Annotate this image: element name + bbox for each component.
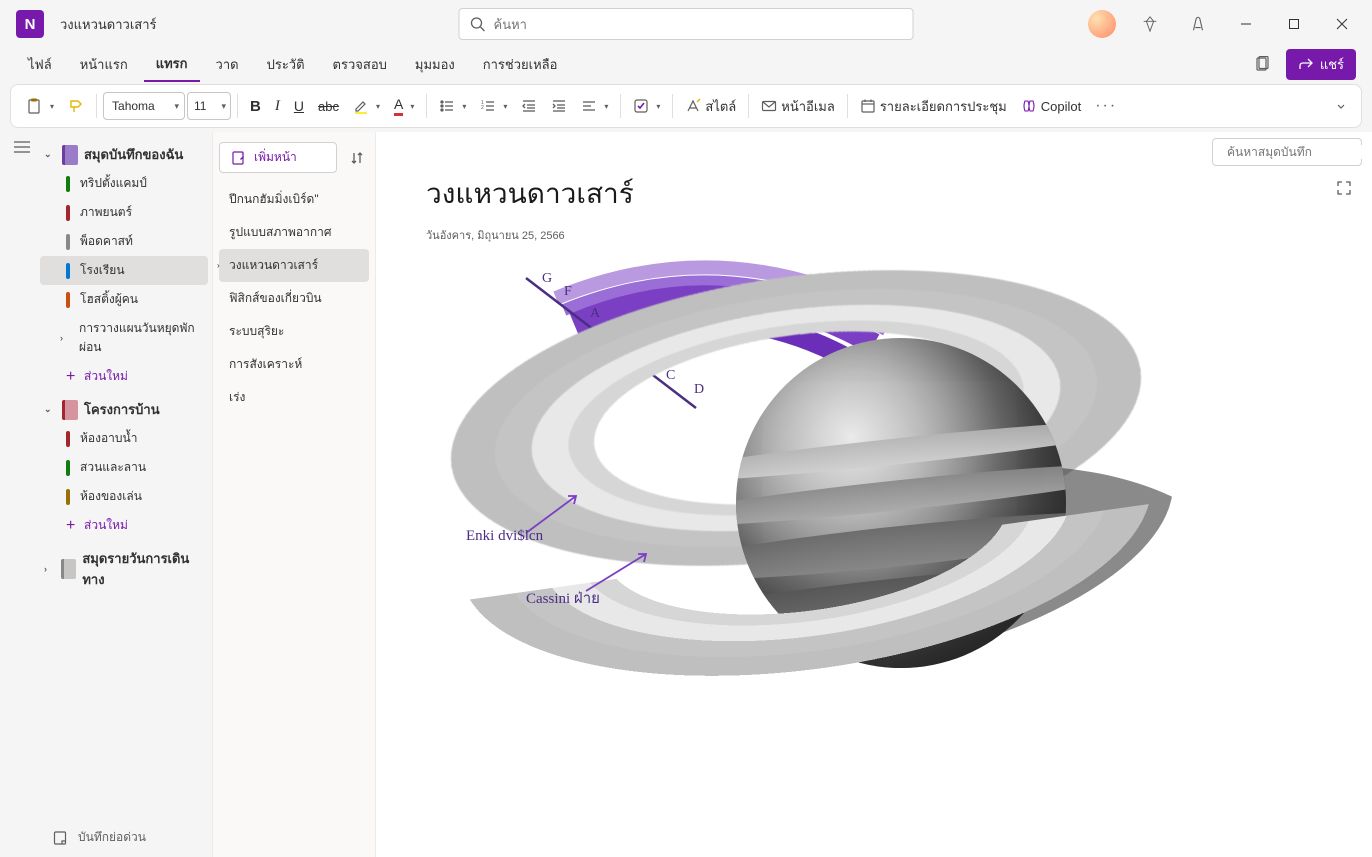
quick-notes-button[interactable]: บันทึกย่อด่วน — [40, 818, 208, 857]
todo-tag-button[interactable] — [627, 90, 666, 122]
add-page-button[interactable]: เพิ่มหน้า — [219, 142, 337, 173]
indent-button[interactable] — [545, 90, 573, 122]
menu-file[interactable]: ไฟล์ — [16, 48, 64, 81]
add-section-button-2[interactable]: +ส่วนใหม่ — [40, 511, 208, 540]
add-section-button-1[interactable]: +ส่วนใหม่ — [40, 362, 208, 391]
editing-mode-button[interactable] — [1246, 50, 1278, 78]
menu-history[interactable]: ประวัติ — [255, 48, 317, 81]
ribbon-toolbar: Tahoma 11 B I U abc A 12 สไตล์ หน้าอีเมล… — [10, 84, 1362, 128]
fullscreen-button[interactable] — [1330, 174, 1358, 202]
global-search[interactable] — [459, 8, 914, 40]
section-item-school[interactable]: โรงเรียน — [40, 256, 208, 285]
notebook-icon — [62, 400, 78, 420]
nav-toggle-button[interactable] — [0, 132, 40, 857]
email-page-button[interactable]: หน้าอีเมล — [755, 90, 841, 122]
share-button[interactable]: แชร์ — [1286, 49, 1356, 80]
share-label: แชร์ — [1320, 54, 1344, 75]
section-group-vacation[interactable]: ›การวางแผนวันหยุดพักผ่อน — [40, 314, 208, 362]
svg-text:2: 2 — [481, 105, 484, 111]
premium-icon[interactable] — [1128, 4, 1172, 44]
page-item-saturn-rings[interactable]: ›วงแหวนดาวเสาร์ — [219, 249, 369, 282]
minimize-button[interactable] — [1224, 4, 1268, 44]
styles-button[interactable]: สไตล์ — [679, 90, 742, 122]
copilot-button[interactable]: Copilot — [1015, 90, 1087, 122]
styles-icon — [685, 98, 701, 114]
menu-bar: ไฟล์ หน้าแรก แทรก วาด ประวัติ ตรวจสอบ มุ… — [0, 48, 1372, 80]
copilot-icon — [1021, 98, 1037, 114]
page-title[interactable]: วงแหวนดาวเสาร์ — [426, 172, 1322, 216]
coming-soon-icon[interactable] — [1176, 4, 1220, 44]
page-date: วันอังคาร, มิถุนายน 25, 2566 — [426, 226, 1322, 244]
page-item-hummingbird[interactable]: ปีกนกฮัมมิ่งเบิร์ด" — [219, 183, 369, 216]
annotation-enki: Enki dvi$lcn — [466, 528, 543, 545]
font-family-select[interactable]: Tahoma — [103, 92, 185, 120]
title-bar: N วงแหวนดาวเสาร์ — [0, 0, 1372, 48]
notebook-sidebar: ⌄ สมุดบันทึกของฉัน ทริปตั้งแคมป์ ภาพยนตร… — [40, 132, 212, 857]
ribbon-expand-button[interactable] — [1329, 100, 1353, 112]
add-page-icon — [230, 150, 246, 166]
note-icon — [52, 830, 68, 846]
section-item-camping[interactable]: ทริปตั้งแคมป์ — [40, 169, 208, 198]
maximize-button[interactable] — [1272, 4, 1316, 44]
format-painter-button[interactable] — [62, 90, 90, 122]
page-item-solar-system[interactable]: ระบบสุริยะ — [219, 315, 369, 348]
mail-icon — [761, 98, 777, 114]
meeting-details-button[interactable]: รายละเอียดการประชุม — [854, 90, 1013, 122]
sort-pages-button[interactable] — [345, 146, 369, 170]
page-item-flight-physics[interactable]: ฟิสิกส์ของเกี่ยวบิน — [219, 282, 369, 315]
section-item-movies[interactable]: ภาพยนตร์ — [40, 198, 208, 227]
menu-insert[interactable]: แทรก — [144, 47, 200, 82]
search-icon — [470, 16, 486, 32]
notebook-header-travel[interactable]: › สมุดรายวันการเดินทาง — [40, 544, 208, 594]
section-item-podcasts[interactable]: พ็อดคาสท์ — [40, 227, 208, 256]
share-icon — [1298, 56, 1314, 72]
menu-home[interactable]: หน้าแรก — [68, 48, 140, 81]
section-item-bathroom[interactable]: ห้องอาบน้ำ — [40, 424, 208, 453]
number-list-button[interactable]: 12 — [474, 90, 513, 122]
app-icon: N — [16, 10, 44, 38]
menu-view[interactable]: มุมมอง — [403, 48, 467, 81]
pages-panel: เพิ่มหน้า ปีกนกฮัมมิ่งเบิร์ด" รูปแบบสภาพ… — [212, 132, 376, 857]
page-item-acceleration[interactable]: เร่ง — [219, 381, 369, 414]
font-color-button[interactable]: A — [388, 90, 420, 122]
strikethrough-button[interactable]: abc — [312, 90, 345, 122]
saturn-illustration: G F A B C D Enki dvi$lcn Cassini ฝ่าย — [426, 268, 1206, 748]
calendar-icon — [860, 98, 876, 114]
notebook-header-home[interactable]: ⌄ โครงการบ้าน — [40, 395, 208, 424]
notebook-icon — [62, 145, 78, 165]
bold-button[interactable]: B — [244, 90, 267, 122]
user-avatar[interactable] — [1088, 10, 1116, 38]
bullet-list-button[interactable] — [433, 90, 472, 122]
notebook-search[interactable] — [1212, 138, 1362, 166]
section-item-playroom[interactable]: ห้องของเล่น — [40, 482, 208, 511]
page-item-synthesis[interactable]: การสังเคราะห์ — [219, 348, 369, 381]
menu-review[interactable]: ตรวจสอบ — [321, 48, 399, 81]
page-canvas[interactable]: วงแหวนดาวเสาร์ วันอังคาร, มิถุนายน 25, 2… — [376, 132, 1372, 857]
section-item-hosting[interactable]: โฮสติ้งผู้คน — [40, 285, 208, 314]
annotation-cassini: Cassini ฝ่าย — [526, 586, 600, 610]
close-button[interactable] — [1320, 4, 1364, 44]
outdent-button[interactable] — [515, 90, 543, 122]
underline-button[interactable]: U — [288, 90, 310, 122]
ring-label-g: G — [542, 271, 552, 287]
menu-draw[interactable]: วาด — [204, 48, 251, 81]
section-item-garden[interactable]: สวนและลาน — [40, 453, 208, 482]
window-title: วงแหวนดาวเสาร์ — [60, 14, 156, 35]
menu-help[interactable]: การช่วยเหลือ — [471, 48, 570, 81]
notebook-search-input[interactable] — [1227, 145, 1372, 159]
more-commands-button[interactable]: ··· — [1089, 90, 1123, 122]
highlight-button[interactable] — [347, 90, 386, 122]
align-button[interactable] — [575, 90, 614, 122]
notebook-icon — [61, 559, 76, 579]
font-size-select[interactable]: 11 — [187, 92, 231, 120]
italic-button[interactable]: I — [269, 90, 286, 122]
paste-button[interactable] — [19, 90, 60, 122]
page-item-weather[interactable]: รูปแบบสภาพอากาศ — [219, 216, 369, 249]
notebook-header-my[interactable]: ⌄ สมุดบันทึกของฉัน — [40, 140, 208, 169]
search-input[interactable] — [494, 17, 903, 32]
